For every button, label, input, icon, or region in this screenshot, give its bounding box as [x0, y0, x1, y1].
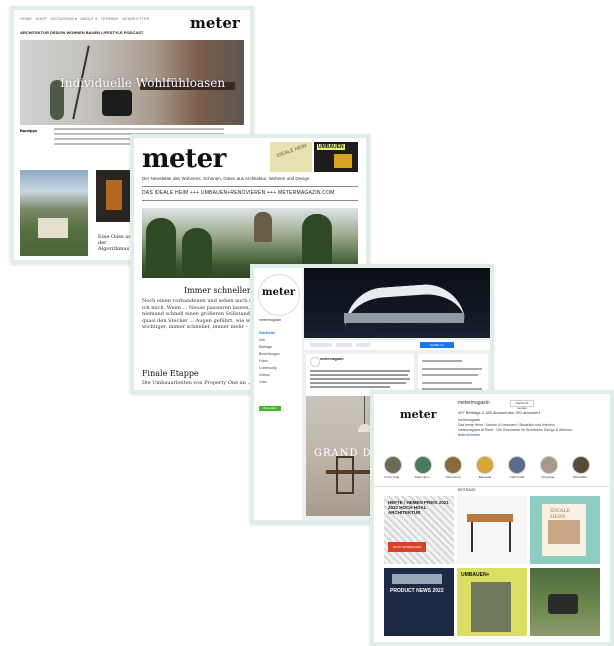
message-button[interactable]: Nachricht senden [510, 400, 534, 410]
chair-shape [102, 90, 132, 116]
action-bar: Gefällt mir [304, 340, 490, 350]
page-name[interactable]: metermagazin [259, 318, 281, 322]
grid-post[interactable]: IDEALE HEIM [530, 496, 600, 564]
highlight-item[interactable]: Wohnstilla... [572, 456, 590, 479]
building-base-shape [344, 313, 464, 323]
nav-item-community[interactable]: Community [259, 365, 280, 372]
grid-post[interactable]: HEFTE / HEMEN PREIS 2021 2022 HOCH HOAL … [384, 496, 454, 564]
cover-art [471, 582, 511, 632]
furniture-shape [548, 594, 578, 614]
post-avatar[interactable] [310, 357, 320, 367]
cover-ideale-heim: IDEALE HEIM [270, 142, 312, 172]
magazine-cover: IDEALE HEIM [542, 504, 586, 556]
table-leg-shape [509, 522, 511, 552]
magazine-covers: IDEALE HEIM UMBAUEN [270, 142, 358, 172]
bio-link[interactable]: linktr.ee/meter [458, 433, 588, 438]
lamp-cord-shape [364, 396, 365, 426]
instagram-profile-logo: meter [400, 408, 437, 421]
action-pill[interactable] [310, 343, 332, 347]
profile-stats: 497 Beiträge 2.185 Abonnenten 391 abonni… [458, 410, 540, 415]
instagram-screenshot-card: meter metermagazin Nachricht senden 497 … [370, 390, 614, 646]
highlight-item[interactable]: Immo-Aufg... [384, 456, 402, 479]
like-page-button[interactable]: Gefällt mir [420, 342, 454, 348]
grid-post[interactable]: UMBAUEN+ [457, 568, 527, 636]
person-shape [254, 212, 272, 242]
cover-label: UMBAUEN [317, 144, 345, 150]
profile-picture[interactable]: meter [258, 274, 300, 316]
tile-label: PRODUCT NEWS 2022 [390, 588, 444, 594]
page-nav: Startseite Info Beiträge Bewertungen Fot… [259, 330, 280, 386]
tile-label: UMBAUEN+ [461, 572, 490, 578]
nav-item-photos[interactable]: Fotos [259, 358, 280, 365]
highlight-item[interactable]: Baustelle [476, 456, 494, 479]
tile-art [392, 574, 442, 584]
cover-label: IDEALE HEIM [275, 142, 308, 160]
tree-shape [146, 218, 176, 278]
divider [142, 186, 358, 187]
divider [142, 200, 358, 201]
chair-shape [336, 456, 354, 494]
facebook-sidebar: meter metermagazin Startseite Info Beitr… [254, 268, 302, 520]
tree-shape [182, 228, 212, 278]
tile-heading: HEFTE / HEMEN PREIS 2021 2022 HOCH HOAL … [388, 500, 449, 515]
newsletter-logo: meter [142, 144, 226, 174]
action-pill[interactable] [356, 343, 370, 347]
post-author[interactable]: metermagazin [320, 357, 344, 361]
main-nav[interactable]: ARCHITEKTUR DESIGN WOHNEN BAUEN LIFESTYL… [20, 30, 143, 35]
nav-item-info[interactable]: Info [259, 337, 280, 344]
tab-posts[interactable]: BEITRÄGE [458, 488, 476, 492]
table-top-shape [467, 514, 513, 522]
cover-art [334, 154, 352, 168]
grid-post[interactable] [530, 568, 600, 636]
section-label: Bautipps [20, 128, 38, 133]
profile-tabs: BEITRÄGE [374, 486, 610, 492]
grid-post[interactable]: PRODUCT NEWS 2022 [384, 568, 454, 636]
building-shape [38, 218, 68, 238]
highlight-item[interactable]: Daily Hom... [414, 456, 432, 479]
nav-item-home[interactable]: Startseite [259, 330, 280, 337]
highlight-item[interactable]: Sale Home [444, 456, 462, 479]
nav-item-jobs[interactable]: Jobs [259, 379, 280, 386]
action-pill[interactable] [336, 343, 352, 347]
grid-post[interactable] [457, 496, 527, 564]
section-body: Die Umbauarbeiten von Property One an ..… [142, 380, 253, 386]
profile-logo: meter [262, 287, 296, 298]
tagline: Der Newsletter des Wohnens, Schönen, Gut… [142, 176, 311, 181]
profile-bio: metermagazin Das beste Heim / Umbau & Um… [458, 418, 588, 438]
highlight-item[interactable]: Innenlage... [540, 456, 558, 479]
cover-art [548, 520, 580, 544]
nav-item-reviews[interactable]: Bewertungen [259, 351, 280, 358]
hero-title: Individuelle Wohlfühloasen [60, 76, 226, 90]
top-nav[interactable]: HOME · SHOP · INSTAGRAM ▾ · ABOUT ▾ · TE… [20, 16, 150, 21]
promote-button[interactable]: Bewerben [259, 406, 281, 411]
mountain-thumbnail[interactable] [20, 170, 88, 256]
nav-item-posts[interactable]: Beiträge [259, 344, 280, 351]
section-heading: Finale Etappe [142, 369, 199, 378]
table-leg-shape [471, 522, 473, 552]
instagram-username: metermagazin [458, 400, 490, 406]
highlight-item[interactable]: maßTrends [508, 456, 526, 479]
cover-umbauen: UMBAUEN [314, 142, 358, 172]
newsletter-links[interactable]: DAS IDEALE HEIM +++ UMBAUEN+RENOVIEREN +… [142, 190, 335, 196]
site-logo[interactable]: meter [190, 14, 240, 32]
cover-photo[interactable] [304, 268, 490, 338]
tile-badge: JETZT EINREICHEN [388, 542, 426, 552]
nav-item-videos[interactable]: Videos [259, 372, 280, 379]
hero-image[interactable]: Individuelle Wohlfühloasen [20, 40, 244, 125]
tile-label: IDEALE HEIM [550, 508, 571, 520]
story-highlights: Immo-Aufg... Daily Hom... Sale Home Baus… [384, 456, 604, 479]
